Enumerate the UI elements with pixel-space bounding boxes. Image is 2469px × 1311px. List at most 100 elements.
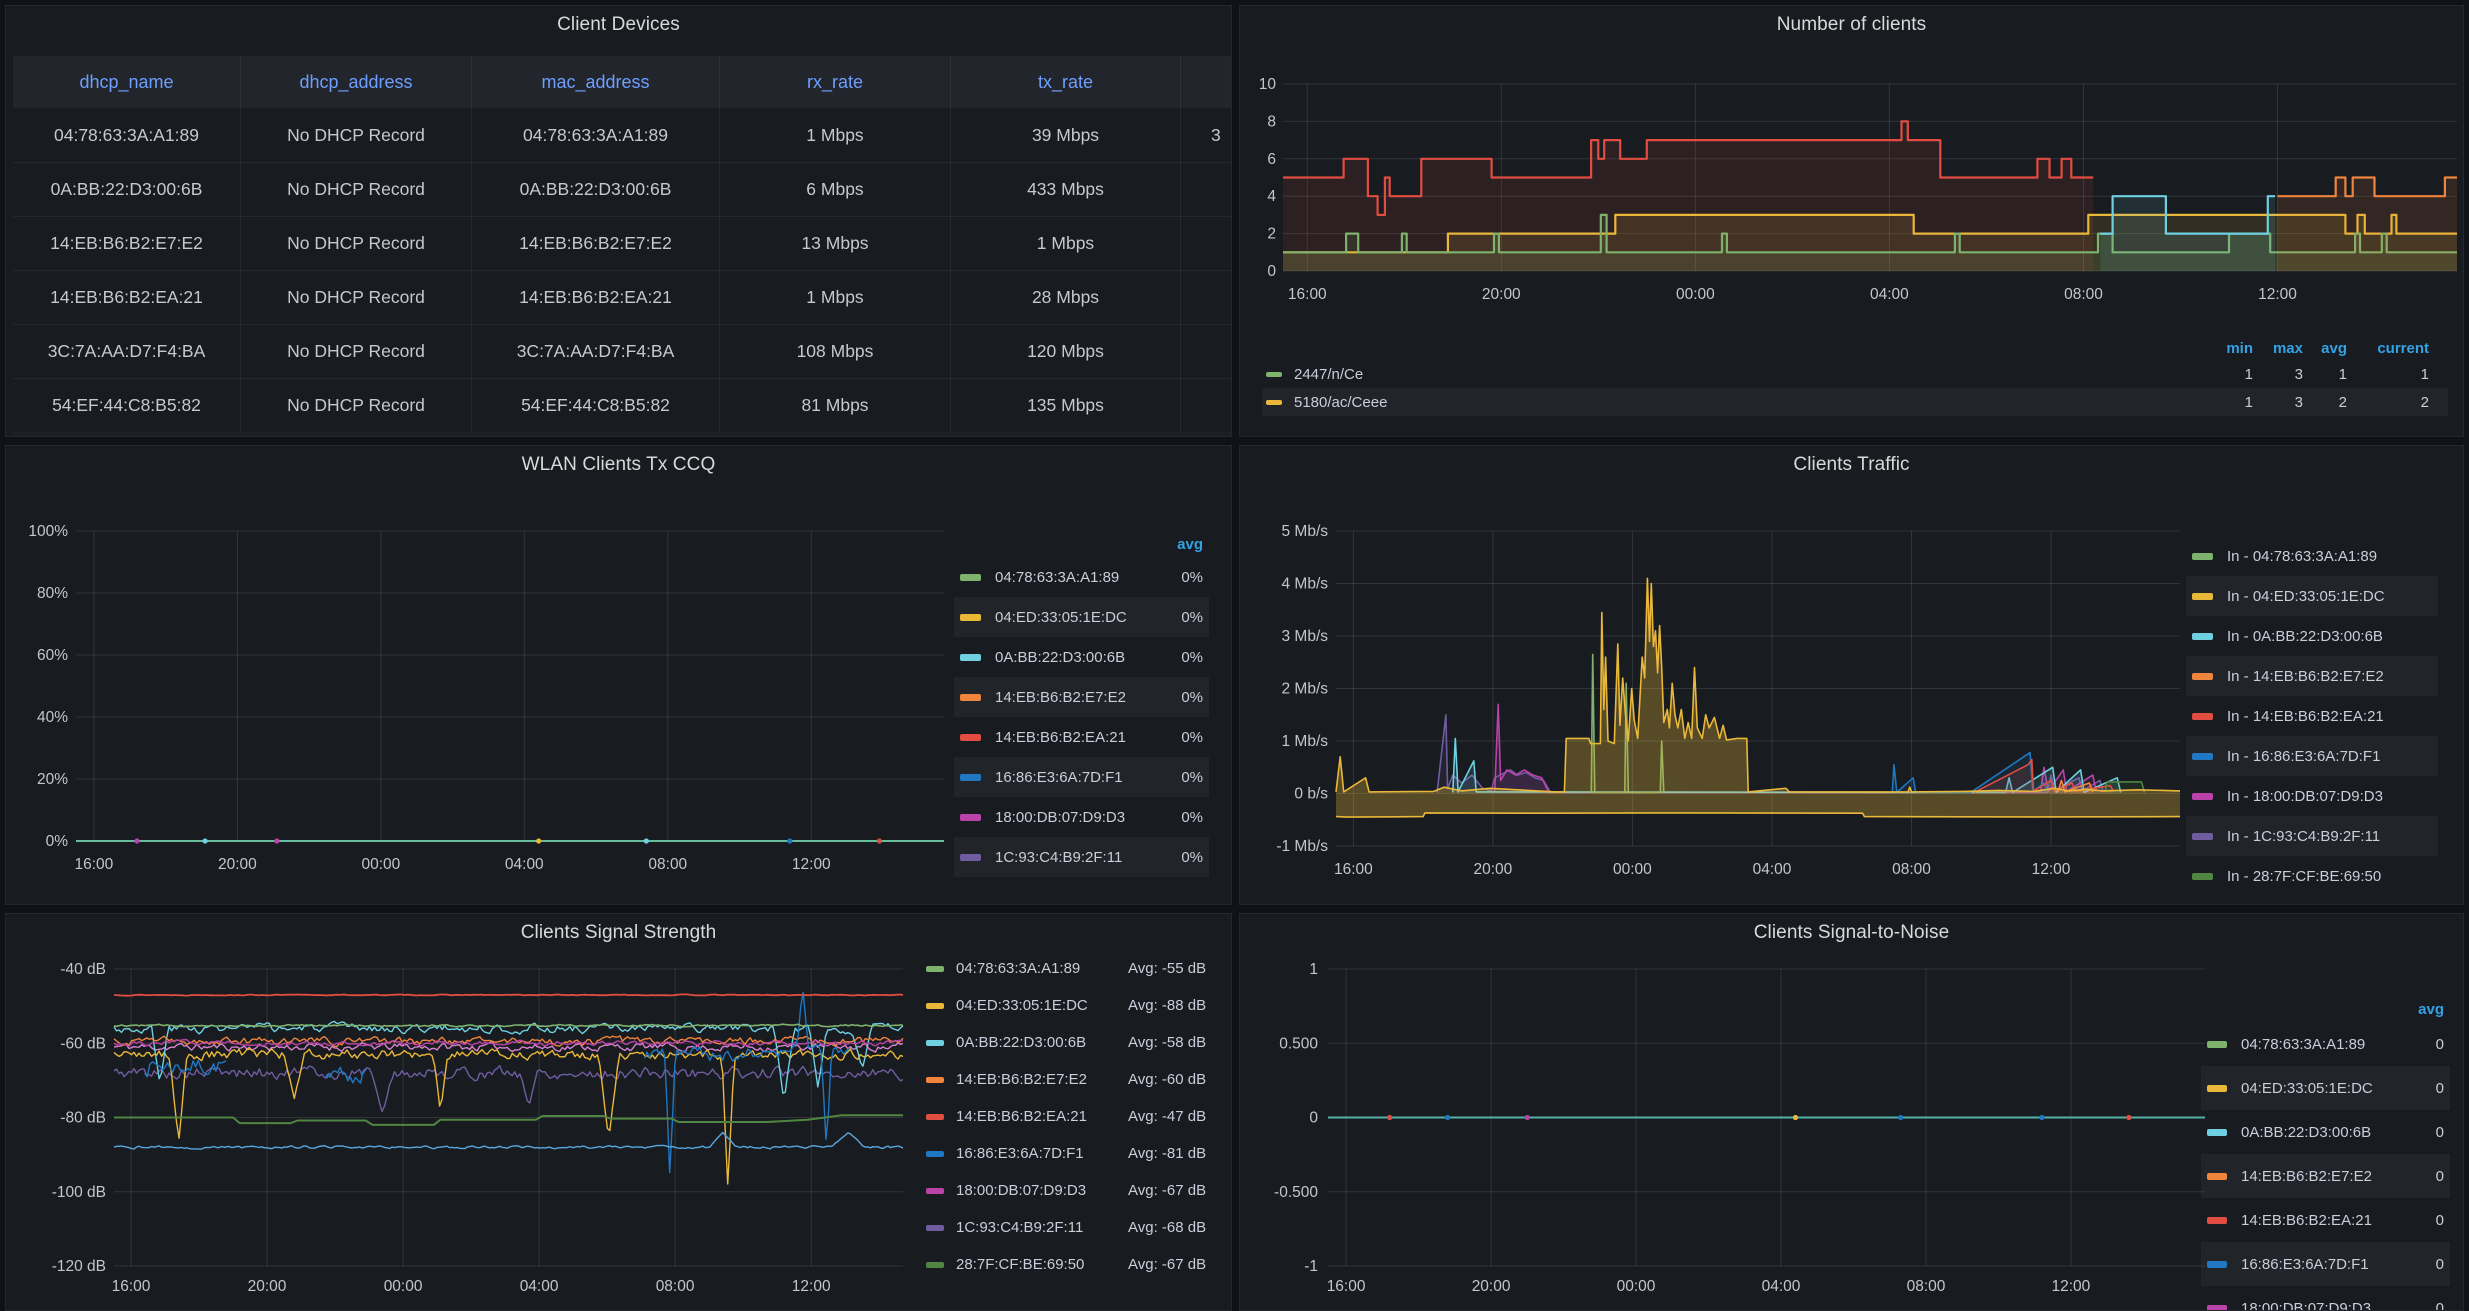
legend-item[interactable]: 04:78:63:3A:A1:890% xyxy=(954,557,1209,597)
legend-item[interactable]: In - 0A:BB:22:D3:00:6B xyxy=(2186,616,2438,656)
legend-series-label[interactable]: 14:EB:B6:B2:EA:21 xyxy=(995,729,1126,746)
legend-series-color-icon[interactable] xyxy=(2207,1173,2227,1180)
legend-series-label[interactable]: In - 0A:BB:22:D3:00:6B xyxy=(2227,628,2383,645)
legend-series-color-icon[interactable] xyxy=(926,1040,944,1046)
legend-series-color-icon[interactable] xyxy=(960,774,981,781)
legend-item[interactable]: 16:86:E3:6A:7D:F10% xyxy=(954,757,1209,797)
legend-item[interactable]: 0A:BB:22:D3:00:6BAvg: -58 dB xyxy=(924,1024,1232,1061)
legend-series-label[interactable]: 5180/ac/Ceee xyxy=(1294,394,1387,411)
legend-item[interactable]: 1C:93:C4:B9:2F:11Avg: -68 dB xyxy=(924,1209,1232,1246)
legend-series-color-icon[interactable] xyxy=(2192,673,2213,680)
legend-series-label[interactable]: 14:EB:B6:B2:E7:E2 xyxy=(956,1071,1128,1088)
legend-series-color-icon[interactable] xyxy=(2192,553,2213,560)
legend-series-label[interactable]: 04:ED:33:05:1E:DC xyxy=(2241,1080,2373,1097)
legend-series-color-icon[interactable] xyxy=(2207,1261,2227,1268)
legend-series-color-icon[interactable] xyxy=(960,814,981,821)
legend-item[interactable]: In - 04:ED:33:05:1E:DC xyxy=(2186,576,2438,616)
legend-series-label[interactable]: 04:ED:33:05:1E:DC xyxy=(995,609,1127,626)
legend-item[interactable]: 14:EB:B6:B2:EA:21Avg: -47 dB xyxy=(924,1098,1232,1135)
legend-series-label[interactable]: 18:00:DB:07:D9:D3 xyxy=(2241,1300,2371,1311)
column-header-extra[interactable] xyxy=(1181,56,1232,108)
legend-item[interactable]: 14:EB:B6:B2:EA:210% xyxy=(954,717,1209,757)
legend-series-color-icon[interactable] xyxy=(2207,1305,2227,1311)
legend-series-label[interactable]: 16:86:E3:6A:7D:F1 xyxy=(2241,1256,2369,1273)
legend-item[interactable]: In - 14:EB:B6:B2:E7:E2 xyxy=(2186,656,2438,696)
legend-item[interactable]: 18:00:DB:07:D9:D3Avg: -67 dB xyxy=(924,1172,1232,1209)
legend-series-color-icon[interactable] xyxy=(926,966,944,972)
legend-series-color-icon[interactable] xyxy=(2192,753,2213,760)
legend-series-label[interactable]: In - 16:86:E3:6A:7D:F1 xyxy=(2227,748,2380,765)
legend-header-avg[interactable]: avg xyxy=(2303,340,2347,357)
legend-series-label[interactable]: 04:78:63:3A:A1:89 xyxy=(2241,1036,2365,1053)
legend-series-color-icon[interactable] xyxy=(926,1151,944,1157)
legend-item[interactable]: 28:7F:CF:BE:69:50Avg: -67 dB xyxy=(924,1246,1232,1283)
legend-header-avg[interactable]: avg xyxy=(2201,996,2450,1022)
legend-item[interactable]: 14:EB:B6:B2:EA:210 xyxy=(2201,1198,2450,1242)
legend-series-label[interactable]: 28:7F:CF:BE:69:50 xyxy=(956,1256,1128,1273)
legend-item[interactable]: 04:78:63:3A:A1:890 xyxy=(2201,1022,2450,1066)
legend-series-color-icon[interactable] xyxy=(960,734,981,741)
legend-item[interactable]: 1C:93:C4:B9:2F:110% xyxy=(954,837,1209,877)
panel-title[interactable]: Clients Traffic xyxy=(1240,446,2463,484)
panel-title[interactable]: Clients Signal Strength xyxy=(6,914,1231,952)
legend-item[interactable]: 16:86:E3:6A:7D:F1Avg: -81 dB xyxy=(924,1135,1232,1172)
legend-series-label[interactable]: 2447/n/Ce xyxy=(1294,366,1363,383)
panel-title[interactable]: Client Devices xyxy=(6,6,1231,44)
legend-item[interactable]: 18:00:DB:07:D9:D30 xyxy=(2201,1286,2450,1311)
legend-item[interactable]: 04:ED:33:05:1E:DC0% xyxy=(954,597,1209,637)
legend-series-color-icon[interactable] xyxy=(2192,633,2213,640)
legend-series-label[interactable]: In - 28:7F:CF:BE:69:50 xyxy=(2227,868,2381,885)
legend-series-label[interactable]: 14:EB:B6:B2:E7:E2 xyxy=(2241,1168,2372,1185)
legend-series-label[interactable]: In - 14:EB:B6:B2:E7:E2 xyxy=(2227,668,2384,685)
panel-title[interactable]: Clients Signal-to-Noise xyxy=(1240,914,2463,952)
legend-series-color-icon[interactable] xyxy=(960,694,981,701)
legend-series-label[interactable]: 1C:93:C4:B9:2F:11 xyxy=(995,849,1122,866)
legend-header-min[interactable]: min xyxy=(2203,340,2253,357)
legend-series-color-icon[interactable] xyxy=(960,614,981,621)
legend-header-current[interactable]: current xyxy=(2347,340,2429,357)
legend-series-color-icon[interactable] xyxy=(960,654,981,661)
column-header-tx_rate[interactable]: tx_rate xyxy=(951,56,1181,108)
legend-series-color-icon[interactable] xyxy=(2207,1217,2227,1224)
legend-item[interactable]: In - 14:EB:B6:B2:EA:21 xyxy=(2186,696,2438,736)
legend-series-label[interactable]: In - 04:ED:33:05:1E:DC xyxy=(2227,588,2385,605)
legend-series-label[interactable]: 16:86:E3:6A:7D:F1 xyxy=(995,769,1123,786)
legend-header-avg[interactable]: avg xyxy=(954,531,1209,557)
legend-series-label[interactable]: In - 14:EB:B6:B2:EA:21 xyxy=(2227,708,2384,725)
legend-item[interactable]: 04:ED:33:05:1E:DCAvg: -88 dB xyxy=(924,987,1232,1024)
column-header-dhcp_address[interactable]: dhcp_address xyxy=(241,56,472,108)
column-header-mac_address[interactable]: mac_address xyxy=(472,56,720,108)
column-header-dhcp_name[interactable]: dhcp_name xyxy=(13,56,241,108)
legend-series-label[interactable]: 0A:BB:22:D3:00:6B xyxy=(995,649,1125,666)
panel-title[interactable]: Number of clients xyxy=(1240,6,2463,44)
legend-series-label[interactable]: 0A:BB:22:D3:00:6B xyxy=(956,1034,1128,1051)
legend-series-label[interactable]: 0A:BB:22:D3:00:6B xyxy=(2241,1124,2371,1141)
legend-item[interactable]: 04:ED:33:05:1E:DC0 xyxy=(2201,1066,2450,1110)
legend-series-label[interactable]: In - 04:78:63:3A:A1:89 xyxy=(2227,548,2377,565)
legend-item[interactable]: 14:EB:B6:B2:E7:E2Avg: -60 dB xyxy=(924,1061,1232,1098)
legend-series-color-icon[interactable] xyxy=(1266,400,1282,405)
legend-series-label[interactable]: 16:86:E3:6A:7D:F1 xyxy=(956,1145,1128,1162)
legend-header-max[interactable]: max xyxy=(2253,340,2303,357)
legend-series-label[interactable]: 04:78:63:3A:A1:89 xyxy=(995,569,1119,586)
legend-series-color-icon[interactable] xyxy=(960,574,981,581)
legend-series-color-icon[interactable] xyxy=(2192,793,2213,800)
legend-series-color-icon[interactable] xyxy=(926,1262,944,1268)
legend-series-color-icon[interactable] xyxy=(926,1003,944,1009)
legend-series-label[interactable]: 04:78:63:3A:A1:89 xyxy=(956,960,1128,977)
legend-item[interactable]: 5180/ac/Ceee1322 xyxy=(1262,388,2448,416)
legend-item[interactable]: 04:78:63:3A:A1:89Avg: -55 dB xyxy=(924,950,1232,987)
legend-series-color-icon[interactable] xyxy=(926,1225,944,1231)
legend-series-color-icon[interactable] xyxy=(1266,372,1282,377)
panel-title[interactable]: WLAN Clients Tx CCQ xyxy=(6,446,1231,484)
legend-item[interactable]: 2447/n/Ce1311 xyxy=(1262,360,2448,388)
legend-item[interactable]: 16:86:E3:6A:7D:F10 xyxy=(2201,1242,2450,1286)
legend-item[interactable]: In - 18:00:DB:07:D9:D3 xyxy=(2186,776,2438,816)
legend-series-color-icon[interactable] xyxy=(2192,833,2213,840)
legend-item[interactable]: 0A:BB:22:D3:00:6B0% xyxy=(954,637,1209,677)
legend-series-color-icon[interactable] xyxy=(926,1114,944,1120)
legend-series-label[interactable]: 14:EB:B6:B2:E7:E2 xyxy=(995,689,1126,706)
legend-series-label[interactable]: 14:EB:B6:B2:EA:21 xyxy=(2241,1212,2372,1229)
legend-item[interactable]: In - 04:78:63:3A:A1:89 xyxy=(2186,536,2438,576)
legend-series-color-icon[interactable] xyxy=(2192,593,2213,600)
